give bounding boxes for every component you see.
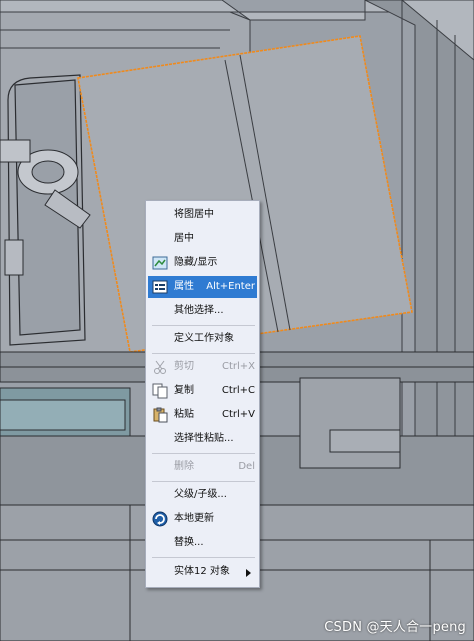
menu-item-label: 删除 xyxy=(174,461,194,472)
menu-separator xyxy=(152,557,255,558)
menu-item-shortcut: Ctrl+V xyxy=(221,409,255,420)
menu-item-other-selection[interactable]: 其他选择... xyxy=(148,300,257,322)
scissors-icon xyxy=(152,359,168,375)
menu-item-parent-child[interactable]: 父级/子级... xyxy=(148,484,257,506)
menu-item-cut[interactable]: 剪切 Ctrl+X xyxy=(148,356,257,378)
paste-icon xyxy=(152,407,168,423)
menu-item-label: 剪切 xyxy=(174,361,194,372)
menu-item-label: 隐藏/显示 xyxy=(174,257,218,268)
menu-item-replace[interactable]: 替换... xyxy=(148,532,257,554)
menu-separator xyxy=(152,353,255,354)
menu-item-shortcut: Ctrl+C xyxy=(221,385,255,396)
menu-item-label: 将图居中 xyxy=(174,209,214,220)
menu-item-label: 复制 xyxy=(174,385,194,396)
menu-item-label: 粘贴 xyxy=(174,409,194,420)
menu-item-label: 定义工作对象 xyxy=(174,333,234,344)
menu-item-paste-special[interactable]: 选择性粘贴... xyxy=(148,428,257,450)
menu-item-center-graph[interactable]: 将图居中 xyxy=(148,204,257,226)
menu-separator xyxy=(152,325,255,326)
watermark: CSDN @天人合一peng xyxy=(324,620,466,635)
hide-show-icon xyxy=(152,255,168,271)
menu-item-label: 实体12 对象 xyxy=(174,566,230,577)
menu-item-label: 居中 xyxy=(174,233,194,244)
menu-item-properties[interactable]: 属性 Alt+Enter xyxy=(148,276,257,298)
menu-item-label: 属性 xyxy=(174,281,194,292)
properties-icon xyxy=(152,279,168,295)
local-update-icon xyxy=(152,511,168,527)
copy-icon xyxy=(152,383,168,399)
context-menu: 将图居中 居中 隐藏/显示 属性 Alt+Enter 其他选择... 定义工作对… xyxy=(145,200,260,588)
menu-item-shortcut: Alt+Enter xyxy=(206,281,255,292)
menu-item-shortcut: Del xyxy=(238,461,255,472)
menu-item-center[interactable]: 居中 xyxy=(148,228,257,250)
menu-item-paste[interactable]: 粘贴 Ctrl+V xyxy=(148,404,257,426)
menu-item-solid-object-submenu[interactable]: 实体12 对象 xyxy=(148,561,257,583)
menu-item-delete[interactable]: 删除 Del xyxy=(148,456,257,478)
menu-item-label: 替换... xyxy=(174,537,204,548)
menu-item-shortcut: Ctrl+X xyxy=(221,361,255,372)
menu-item-local-update[interactable]: 本地更新 xyxy=(148,508,257,530)
menu-item-hide-show[interactable]: 隐藏/显示 xyxy=(148,252,257,274)
menu-separator xyxy=(152,453,255,454)
menu-item-label: 本地更新 xyxy=(174,513,214,524)
menu-separator xyxy=(152,481,255,482)
submenu-arrow-icon xyxy=(246,569,251,577)
menu-item-label: 选择性粘贴... xyxy=(174,433,234,444)
menu-item-copy[interactable]: 复制 Ctrl+C xyxy=(148,380,257,402)
menu-item-define-work-object[interactable]: 定义工作对象 xyxy=(148,328,257,350)
menu-item-label: 父级/子级... xyxy=(174,489,227,500)
menu-item-label: 其他选择... xyxy=(174,305,224,316)
